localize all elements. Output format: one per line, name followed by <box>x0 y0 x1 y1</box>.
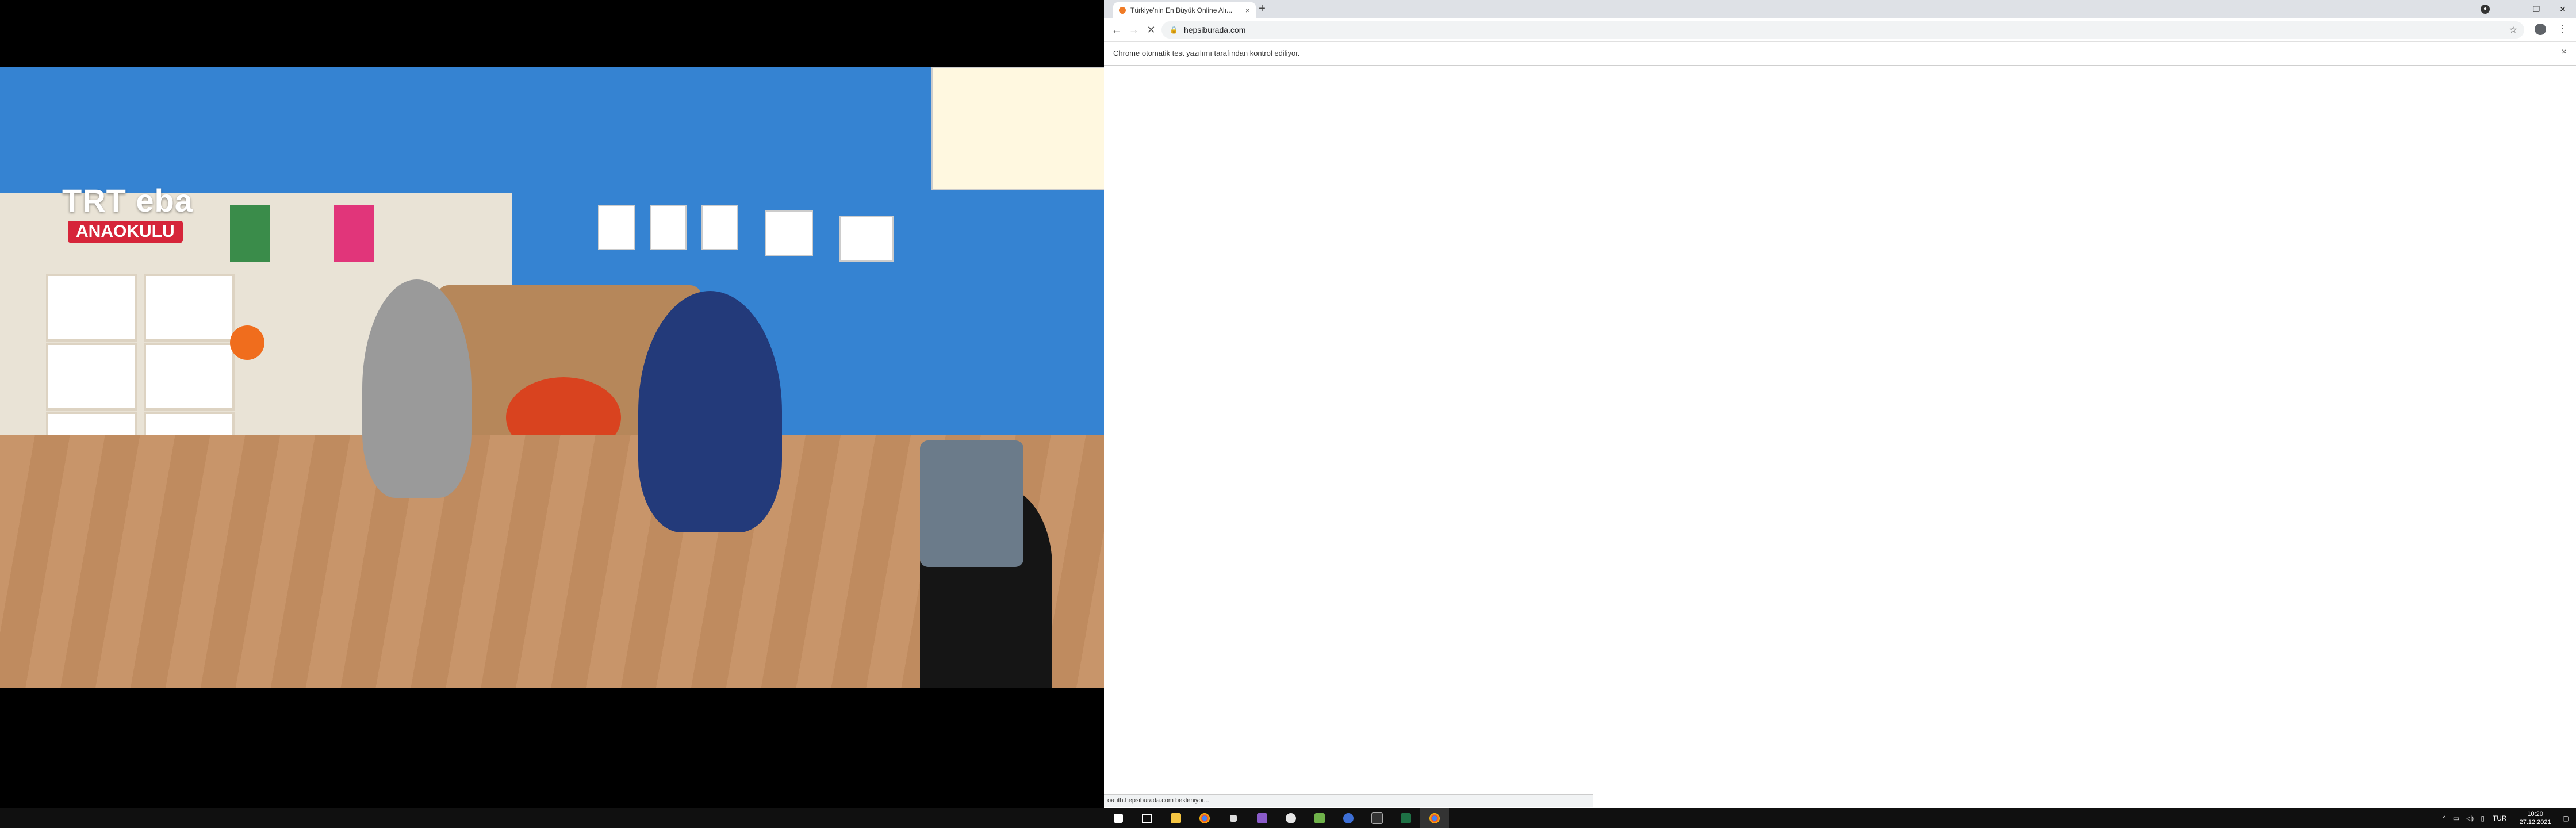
teacher-left <box>362 279 471 498</box>
tab-title: Türkiye'nin En Büyük Online Alı... <box>1130 6 1233 14</box>
network-icon[interactable]: ▭ <box>2453 814 2459 822</box>
page-content-blank[interactable] <box>1104 66 2576 794</box>
clock-time: 10:20 <box>2527 810 2543 818</box>
file-explorer-icon[interactable] <box>1162 808 1190 828</box>
pin-icon[interactable] <box>1219 808 1248 828</box>
notification-center-icon[interactable]: ▢ <box>2563 814 2569 822</box>
teacher-right <box>638 291 782 532</box>
shelf-cell <box>144 274 235 342</box>
back-button[interactable]: ← <box>1110 23 1124 37</box>
settings-icon[interactable] <box>1276 808 1305 828</box>
visual-studio-icon[interactable] <box>1248 808 1276 828</box>
logo-trt-text: TRT eba <box>62 182 193 218</box>
windows-taskbar: ^ ▭ ◁) ▯ TUR 10:20 27.12.2021 ▢ <box>0 808 2576 828</box>
status-text: oauth.hepsiburada.com bekleniyor... <box>1107 797 1209 804</box>
battery-icon[interactable]: ▯ <box>2481 814 2485 822</box>
infobar-message: Chrome otomatik test yazılımı tarafından… <box>1113 49 1300 57</box>
tab-strip: Türkiye'nin En Büyük Online Alı... × + ●… <box>1104 0 2576 18</box>
terminal-icon[interactable] <box>1363 808 1392 828</box>
window-controls: – ❐ ✕ <box>2497 0 2576 18</box>
stop-loading-button[interactable]: ✕ <box>1144 23 1158 37</box>
bookmark-star-icon[interactable]: ☆ <box>2509 24 2517 36</box>
language-indicator[interactable]: TUR <box>2493 814 2507 822</box>
orange-shape <box>230 325 264 360</box>
number-card <box>702 205 738 250</box>
lock-icon[interactable]: 🔒 <box>1170 26 1178 34</box>
taskbar-icons <box>1104 808 1449 828</box>
minimize-button[interactable]: – <box>2497 0 2523 18</box>
tab-hepsiburada[interactable]: Türkiye'nin En Büyük Online Alı... × <box>1113 2 1256 18</box>
url-text[interactable]: hepsiburada.com <box>1184 25 1245 34</box>
windows-start-icon[interactable] <box>1104 808 1133 828</box>
new-tab-button[interactable]: + <box>1255 2 1270 16</box>
clock[interactable]: 10:20 27.12.2021 <box>2520 810 2551 826</box>
teams-icon[interactable] <box>1334 808 1363 828</box>
profile-indicator-icon[interactable]: ● <box>2481 5 2490 14</box>
excel-icon[interactable] <box>1392 808 1420 828</box>
shelf-cell <box>46 274 137 342</box>
clock-date: 27.12.2021 <box>2519 818 2551 826</box>
number-card <box>765 210 813 256</box>
tab-close-icon[interactable]: × <box>1245 6 1250 15</box>
pink-card <box>334 205 374 262</box>
infobar-close-icon[interactable]: × <box>2562 47 2567 57</box>
chrome-active-icon[interactable] <box>1420 808 1449 828</box>
volume-icon[interactable]: ◁) <box>2466 814 2474 822</box>
account-icon[interactable] <box>2535 24 2546 35</box>
chrome-window: Türkiye'nin En Büyük Online Alı... × + ●… <box>1104 0 2576 808</box>
video-frame[interactable]: TRT eba ANAOKULU <box>0 67 1104 688</box>
video-pane: TRT eba ANAOKULU <box>0 0 1104 808</box>
green-card <box>230 205 270 262</box>
logo-anaokulu-text: ANAOKULU <box>68 221 183 243</box>
chrome-menu-icon[interactable]: ⋮ <box>2558 23 2568 35</box>
shelf-cell <box>46 343 137 411</box>
status-bubble: oauth.hepsiburada.com bekleniyor... <box>1104 794 1593 807</box>
notepad-icon[interactable] <box>1305 808 1334 828</box>
grey-suitcase <box>920 440 1023 567</box>
close-window-button[interactable]: ✕ <box>2550 0 2576 18</box>
number-card <box>598 205 635 250</box>
tray-chevron-icon[interactable]: ^ <box>2443 814 2446 822</box>
number-card <box>839 216 894 262</box>
forward-button[interactable]: → <box>1127 23 1141 37</box>
browser-toolbar: ← → ✕ 🔒 hepsiburada.com ☆ ⋮ <box>1104 18 2576 42</box>
hepsiburada-favicon-icon <box>1119 7 1126 14</box>
maximize-button[interactable]: ❐ <box>2523 0 2550 18</box>
number-card <box>650 205 687 250</box>
trt-eba-logo: TRT eba ANAOKULU <box>62 182 217 245</box>
automation-infobar: Chrome otomatik test yazılımı tarafından… <box>1104 42 2576 66</box>
system-tray: ^ ▭ ◁) ▯ TUR 10:20 27.12.2021 ▢ <box>2439 808 2576 828</box>
shelf-cell <box>144 343 235 411</box>
calendar-poster <box>931 67 1104 190</box>
address-bar[interactable]: 🔒 hepsiburada.com ☆ <box>1162 21 2524 39</box>
task-view-icon[interactable] <box>1133 808 1162 828</box>
chrome-icon[interactable] <box>1190 808 1219 828</box>
